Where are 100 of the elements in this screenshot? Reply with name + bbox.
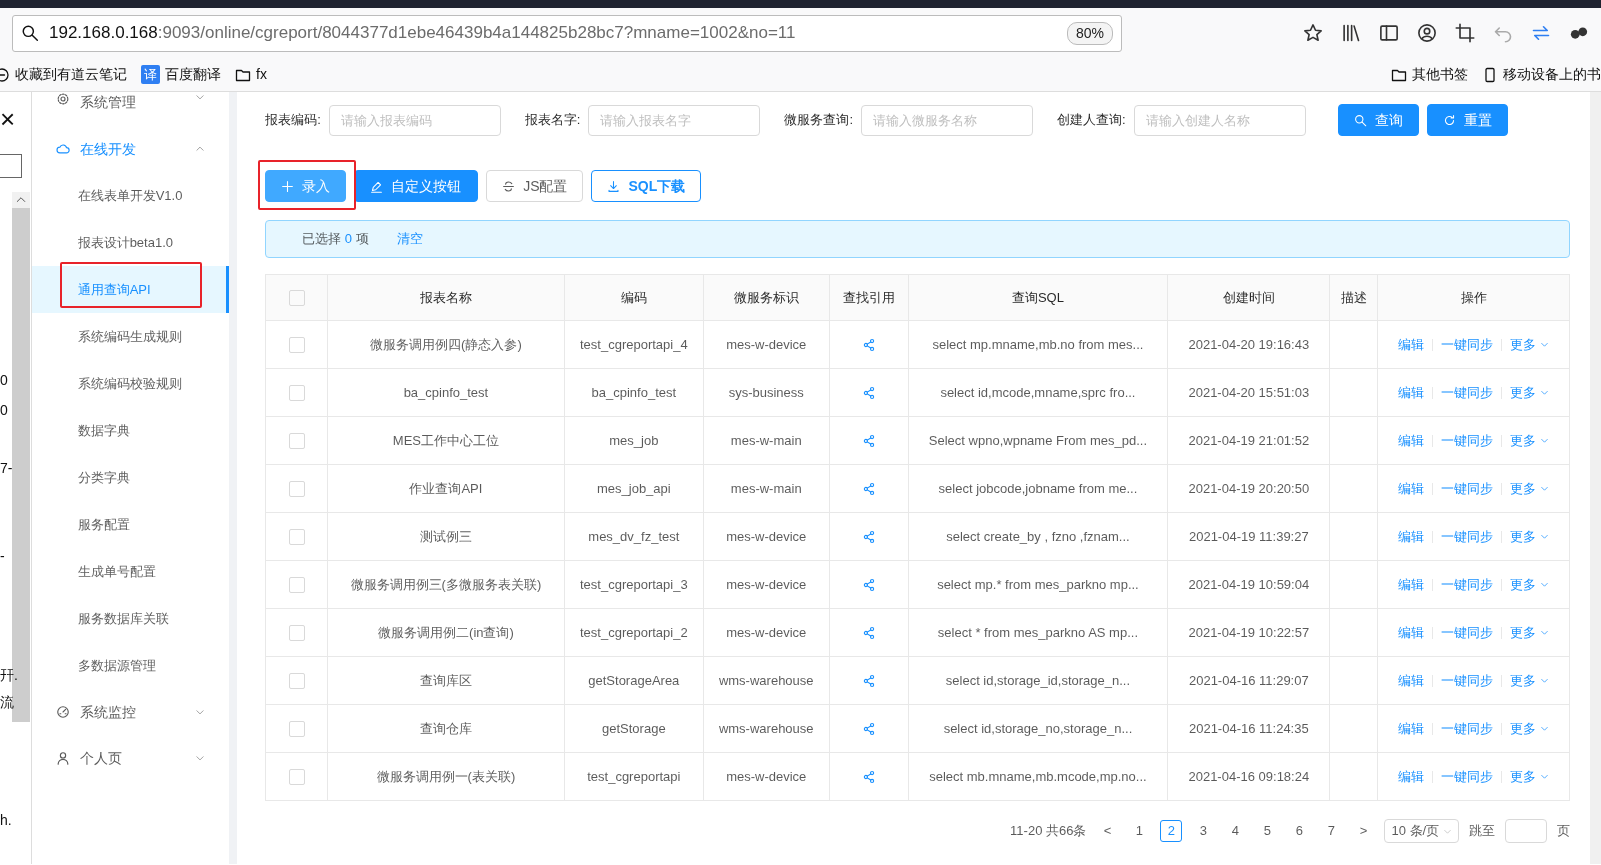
edit-link[interactable]: 编辑 bbox=[1398, 670, 1425, 691]
account-icon[interactable] bbox=[1417, 23, 1437, 43]
edit-link[interactable]: 编辑 bbox=[1398, 526, 1425, 547]
menu-item[interactable]: 系统编码生成规则 bbox=[31, 313, 230, 360]
share-icon[interactable] bbox=[861, 578, 876, 593]
page-button[interactable]: 2 bbox=[1160, 820, 1183, 842]
zoom-level[interactable]: 80% bbox=[1066, 21, 1113, 45]
page-button[interactable]: 3 bbox=[1192, 820, 1215, 842]
edit-link[interactable]: 编辑 bbox=[1398, 718, 1425, 739]
more-link[interactable]: 更多 bbox=[1510, 622, 1550, 643]
bookmark-link[interactable]: 百度翻译 bbox=[165, 64, 221, 85]
close-button[interactable]: × bbox=[0, 106, 16, 132]
share-icon[interactable] bbox=[861, 626, 876, 641]
clear-link[interactable]: 清空 bbox=[396, 229, 423, 249]
star-icon[interactable] bbox=[1303, 23, 1323, 43]
more-link[interactable]: 更多 bbox=[1510, 334, 1550, 355]
scrollbar[interactable] bbox=[12, 192, 30, 722]
bookmark-link[interactable]: 收藏到有道云笔记 bbox=[15, 64, 127, 85]
share-icon[interactable] bbox=[861, 386, 876, 401]
translate-icon[interactable]: 译 bbox=[141, 64, 160, 85]
bookmark-link[interactable]: 移动设备上的书 bbox=[1503, 64, 1601, 85]
bookmark-link[interactable]: fx bbox=[256, 64, 267, 85]
menu-item[interactable]: 分类字典 bbox=[31, 454, 230, 501]
sync-link[interactable]: 一键同步 bbox=[1441, 382, 1494, 403]
edit-link[interactable]: 编辑 bbox=[1398, 382, 1425, 403]
page-button[interactable]: 4 bbox=[1224, 820, 1247, 842]
menu-group[interactable]: 系统管理 bbox=[31, 92, 230, 126]
more-link[interactable]: 更多 bbox=[1510, 574, 1550, 595]
checkbox[interactable] bbox=[288, 673, 305, 690]
next-page-button[interactable]: > bbox=[1352, 820, 1375, 842]
edit-link[interactable]: 编辑 bbox=[1398, 334, 1425, 355]
sync-link[interactable]: 一键同步 bbox=[1441, 622, 1494, 643]
search-field[interactable]: 请输入报表编码 bbox=[328, 104, 501, 136]
sidebar-icon[interactable] bbox=[1379, 23, 1399, 43]
checkbox[interactable] bbox=[288, 433, 305, 450]
scrollbar[interactable] bbox=[1590, 92, 1601, 864]
sync-link[interactable]: 一键同步 bbox=[1441, 430, 1494, 451]
download-button[interactable]: SQL下载 bbox=[591, 170, 702, 202]
more-link[interactable]: 更多 bbox=[1510, 478, 1550, 499]
search-button[interactable]: 查询 bbox=[1337, 104, 1419, 136]
js-config-button[interactable]: JS配置 bbox=[486, 170, 584, 202]
edit-link[interactable]: 编辑 bbox=[1398, 622, 1425, 643]
crop-icon[interactable] bbox=[1455, 23, 1475, 43]
add-button[interactable]: 录入 bbox=[265, 170, 347, 202]
edit-link[interactable]: 编辑 bbox=[1398, 574, 1425, 595]
library-icon[interactable] bbox=[1341, 23, 1361, 43]
sync-icon[interactable] bbox=[1531, 23, 1551, 43]
share-icon[interactable] bbox=[861, 722, 876, 737]
checkbox[interactable] bbox=[288, 385, 305, 402]
share-icon[interactable] bbox=[861, 530, 876, 545]
edit-link[interactable]: 编辑 bbox=[1398, 430, 1425, 451]
checkbox[interactable] bbox=[288, 721, 305, 738]
share-icon[interactable] bbox=[861, 770, 876, 785]
checkbox[interactable] bbox=[288, 290, 305, 307]
menu-group[interactable]: 个人页 bbox=[31, 735, 230, 781]
more-link[interactable]: 更多 bbox=[1510, 670, 1550, 691]
edit-link[interactable]: 编辑 bbox=[1398, 478, 1425, 499]
sync-link[interactable]: 一键同步 bbox=[1441, 718, 1494, 739]
share-icon[interactable] bbox=[861, 338, 876, 353]
more-link[interactable]: 更多 bbox=[1510, 430, 1550, 451]
sync-link[interactable]: 一键同步 bbox=[1441, 766, 1494, 787]
more-link[interactable]: 更多 bbox=[1510, 766, 1550, 787]
prev-page-button[interactable]: < bbox=[1096, 820, 1119, 842]
search-field[interactable]: 请输入微服务名称 bbox=[861, 104, 1033, 136]
menu-item[interactable]: 多数据源管理 bbox=[31, 642, 230, 689]
menu-group[interactable]: 在线开发 bbox=[31, 126, 230, 172]
page-size-select[interactable]: 10 条/页 bbox=[1384, 819, 1460, 843]
input-field[interactable] bbox=[0, 154, 22, 178]
menu-item[interactable]: 报表设计beta1.0 bbox=[31, 219, 230, 266]
share-icon[interactable] bbox=[861, 674, 876, 689]
bookmark-link[interactable]: 其他书签 bbox=[1412, 64, 1468, 85]
menu-group[interactable]: 系统监控 bbox=[31, 689, 230, 735]
share-icon[interactable] bbox=[861, 434, 876, 449]
checkbox[interactable] bbox=[288, 577, 305, 594]
sync-link[interactable]: 一键同步 bbox=[1441, 670, 1494, 691]
share-icon[interactable] bbox=[861, 482, 876, 497]
menu-item[interactable]: 系统编码校验规则 bbox=[31, 360, 230, 407]
menu-item[interactable]: 服务数据库关联 bbox=[31, 595, 230, 642]
checkbox[interactable] bbox=[288, 625, 305, 642]
sync-link[interactable]: 一键同步 bbox=[1441, 574, 1494, 595]
checkbox[interactable] bbox=[288, 769, 305, 786]
search-field[interactable]: 请输入报表名字 bbox=[588, 104, 761, 136]
search-field[interactable]: 请输入创建人名称 bbox=[1133, 104, 1306, 136]
checkbox[interactable] bbox=[288, 481, 305, 498]
mobile-icon[interactable] bbox=[1482, 66, 1498, 83]
page-input[interactable] bbox=[1505, 819, 1548, 843]
sync-link[interactable]: 一键同步 bbox=[1441, 334, 1494, 355]
sync-link[interactable]: 一键同步 bbox=[1441, 478, 1494, 499]
page-button[interactable]: 1 bbox=[1128, 820, 1151, 842]
menu-item[interactable]: 数据字典 bbox=[31, 407, 230, 454]
custom-button[interactable]: 自定义按钮 bbox=[354, 170, 479, 202]
more-link[interactable]: 更多 bbox=[1510, 526, 1550, 547]
address-bar[interactable]: 192.168.0.168:9093/online/cgreport/8044377d1ebe46439b4a144825b28bc7?mname=1002&no=11 80% bbox=[12, 14, 1122, 52]
more-link[interactable]: 更多 bbox=[1510, 382, 1550, 403]
page-button[interactable]: 6 bbox=[1288, 820, 1311, 842]
checkbox[interactable] bbox=[288, 337, 305, 354]
sync-link[interactable]: 一键同步 bbox=[1441, 526, 1494, 547]
page-button[interactable]: 5 bbox=[1256, 820, 1279, 842]
page-button[interactable]: 7 bbox=[1320, 820, 1343, 842]
checkbox[interactable] bbox=[288, 529, 305, 546]
